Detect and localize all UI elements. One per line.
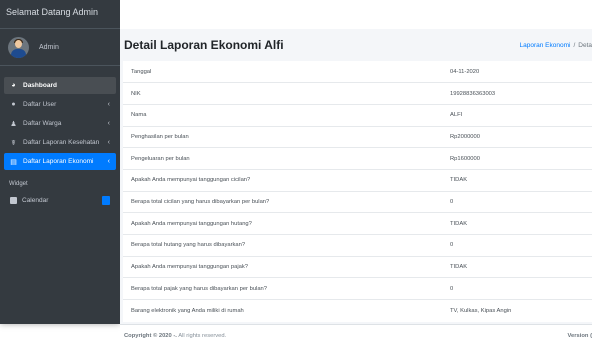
page-footer: Copyright © 2020 -. All rights reserved.… [120, 324, 592, 345]
breadcrumb: Laporan Ekonomi / Deta [520, 42, 592, 49]
row-label: Pengeluaran per bulan [123, 147, 446, 170]
calendar-badge [102, 196, 110, 205]
page-title: Detail Laporan Ekonomi Alfi [124, 38, 284, 52]
sidebar-item-laporan-kesehatan[interactable]: ☤ Daftar Laporan Kesehatan ‹ [4, 134, 116, 151]
avatar[interactable] [8, 36, 29, 58]
copyright-rest: All rights reserved. [176, 333, 227, 339]
row-value: 0 [446, 190, 592, 213]
calendar-icon [10, 197, 17, 204]
sidebar-item-daftar-user[interactable]: ● Daftar User ‹ [4, 96, 116, 113]
row-value: TIDAK [446, 212, 592, 235]
row-value: 0 [446, 277, 592, 300]
chevron-left-icon: ‹ [107, 120, 110, 127]
sidebar-item-laporan-ekonomi[interactable]: ▤ Daftar Laporan Ekonomi ‹ [4, 153, 116, 170]
table-row: Tanggal 04-11-2020 [123, 61, 592, 83]
row-value: TIDAK [446, 168, 592, 192]
breadcrumb-current: Deta [578, 42, 592, 49]
user-name[interactable]: Admin [39, 44, 59, 51]
row-label: Apakah Anda mempunyai tanggungan pajak? [123, 255, 446, 278]
row-label: Berapa total hutang yang harus dibayarka… [123, 234, 446, 257]
table-row: Pengeluaran per bulan Rp1600000 [123, 147, 592, 170]
table-row: Apakah Anda mempunyai tanggungan pajak? T… [123, 255, 592, 278]
row-label: Penghasilan per bulan [123, 125, 446, 148]
table-row: Apakah Anda mempunyai tanggungan cicilan… [123, 168, 592, 192]
user-panel[interactable]: Admin [0, 29, 120, 66]
row-label: Barang elektronik yang Anda miliki di ru… [123, 299, 446, 322]
sidebar-item-calendar[interactable]: Calendar [4, 192, 116, 209]
top-navbar [120, 0, 592, 29]
sidebar-item-label: Daftar Laporan Ekonomi [23, 158, 94, 165]
table-row: Nama ALFI [123, 103, 592, 127]
sidebar-item-label: Dashboard [23, 82, 57, 89]
user-icon: ● [11, 101, 16, 108]
sidebar-item-label: Daftar Laporan Kesehatan [23, 139, 100, 146]
chevron-left-icon: ‹ [107, 139, 110, 146]
row-value: Rp2000000 [446, 125, 592, 148]
avatar-body [11, 48, 26, 58]
sidebar: Selamat Datang Admin Admin ◕ Dashboard ●… [0, 0, 120, 324]
chevron-left-icon: ‹ [107, 101, 110, 108]
dashboard-icon: ◕ [11, 82, 16, 89]
table-row: Berapa total cicilan yang harus dibayark… [123, 190, 592, 213]
row-label: Apakah Anda mempunyai tanggungan cicilan… [123, 168, 446, 192]
sidebar-item-label: Daftar User [23, 101, 57, 108]
row-value: 0 [446, 234, 592, 257]
table-row: Penghasilan per bulan Rp2000000 [123, 125, 592, 148]
row-label: Berapa total cicilan yang harus dibayark… [123, 190, 446, 213]
row-value: TIDAK [446, 255, 592, 278]
widget-header: Widget [9, 181, 28, 187]
table-row: Apakah Anda mempunyai tanggungan hutang?… [123, 212, 592, 235]
breadcrumb-link[interactable]: Laporan Ekonomi [520, 42, 571, 49]
health-icon: ☤ [11, 139, 16, 147]
sidebar-item-dashboard[interactable]: ◕ Dashboard [4, 77, 116, 94]
sidebar-nav: ◕ Dashboard ● Daftar User ‹ ♟ Daftar War… [0, 66, 120, 209]
row-value: ALFI [446, 103, 592, 127]
main-content: Detail Laporan Ekonomi Alfi Laporan Ekon… [120, 0, 592, 345]
row-value: Rp1600000 [446, 147, 592, 170]
row-label: Nama [123, 103, 446, 127]
brand-title[interactable]: Selamat Datang Admin [0, 0, 120, 29]
table-row: NIK 19928836363003 [123, 82, 592, 105]
file-icon: ▤ [10, 158, 17, 166]
breadcrumb-separator: / [573, 42, 576, 49]
row-label: Tanggal [131, 68, 152, 75]
sidebar-item-label: Calendar [22, 197, 49, 204]
detail-card: Tanggal 04-11-2020 NIK 19928836363003 Nama… [123, 61, 592, 322]
row-label: Apakah Anda mempunyai tanggungan hutang? [123, 212, 446, 235]
sidebar-item-daftar-warga[interactable]: ♟ Daftar Warga ‹ [4, 115, 116, 132]
users-icon: ♟ [10, 120, 17, 128]
row-label: NIK [123, 82, 446, 105]
table-row: Berapa total pajak yang harus dibayarkan… [123, 277, 592, 300]
sidebar-item-label: Daftar Warga [23, 120, 62, 127]
table-row: Berapa total hutang yang harus dibayarka… [123, 234, 592, 257]
row-value: 04-11-2020 [450, 68, 480, 75]
table-row: Barang elektronik yang Anda miliki di ru… [123, 299, 592, 322]
version-text: Version ( [567, 333, 592, 339]
row-value: TV, Kulkas, Kipas Angin [446, 299, 592, 322]
row-label: Berapa total pajak yang harus dibayarkan… [123, 277, 446, 300]
row-value: 19928836363003 [446, 82, 592, 105]
avatar-head [15, 39, 22, 48]
copyright-text: Copyright © 2020 -. All rights reserved. [124, 333, 226, 339]
detail-table-body: Tanggal 04-11-2020 NIK 19928836363003 Nama… [123, 61, 592, 322]
copyright-strong: Copyright © 2020 -. [124, 333, 177, 339]
chevron-left-icon: ‹ [107, 158, 110, 165]
content-header: Detail Laporan Ekonomi Alfi Laporan Ekon… [120, 29, 592, 60]
detail-table: Tanggal 04-11-2020 NIK 19928836363003 Nama… [123, 61, 592, 322]
